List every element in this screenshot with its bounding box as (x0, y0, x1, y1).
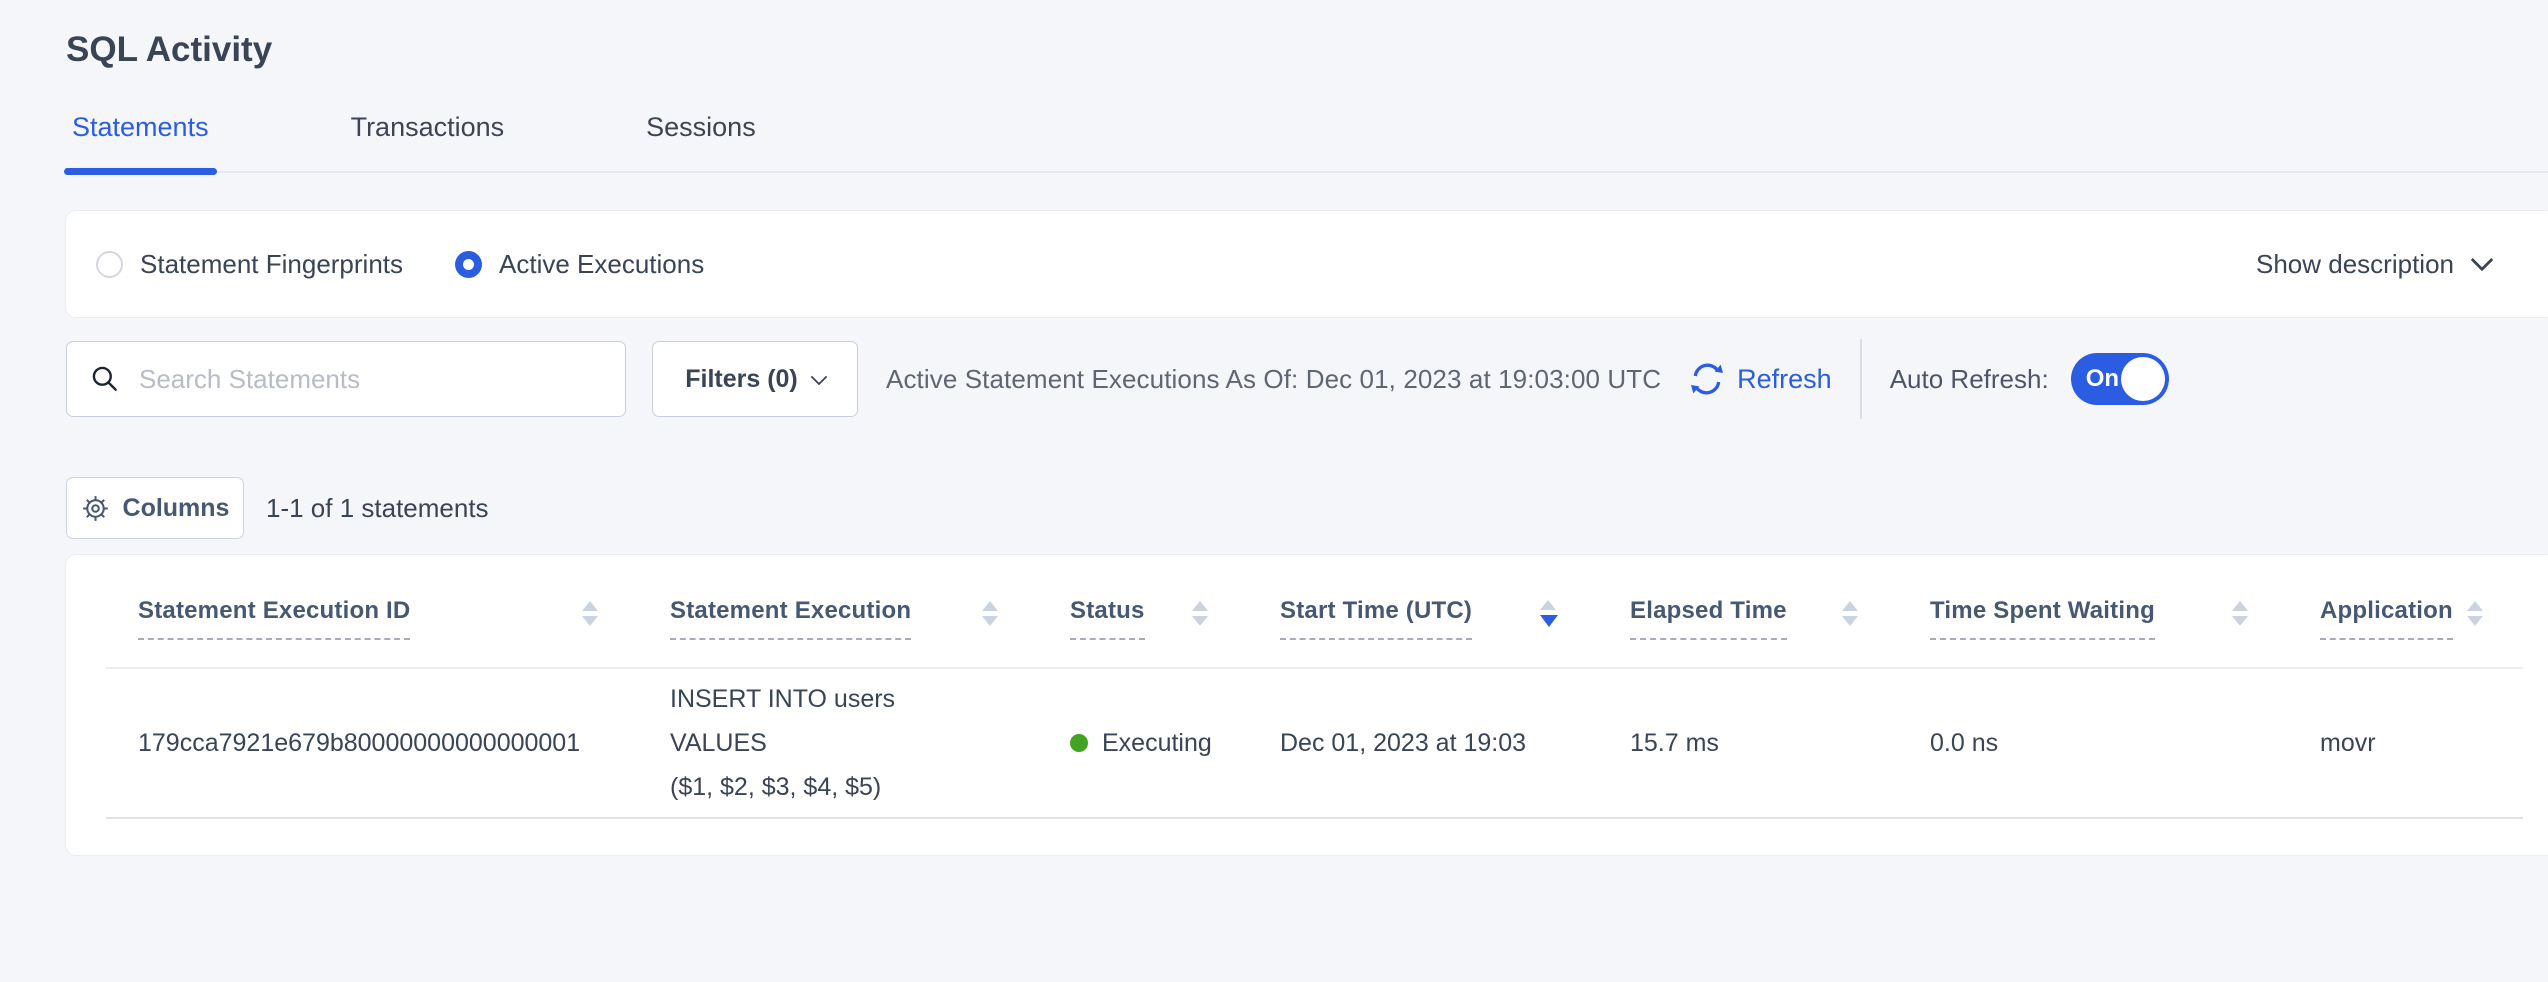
result-count: 1-1 of 1 statements (266, 493, 489, 524)
sort-icon[interactable] (2467, 601, 2483, 626)
sort-icon[interactable] (1842, 601, 1858, 626)
column-header-application[interactable]: Application (2288, 555, 2523, 668)
table-toolbar: Columns 1-1 of 1 statements (66, 477, 2548, 539)
column-header-time-spent-waiting[interactable]: Time Spent Waiting (1898, 555, 2288, 668)
auto-refresh-toggle[interactable]: On (2071, 353, 2169, 405)
radio-statement-fingerprints[interactable]: Statement Fingerprints (96, 249, 403, 280)
status-label: Executing (1102, 729, 1212, 758)
refresh-icon (1687, 359, 1727, 399)
search-box[interactable] (66, 341, 626, 417)
filters-button[interactable]: Filters (0) (652, 341, 858, 417)
cell-time-spent-waiting: 0.0 ns (1898, 668, 2288, 818)
cell-status: Executing (1038, 668, 1248, 818)
tab-sessions[interactable]: Sessions (640, 112, 762, 171)
refresh-link[interactable]: Refresh (1687, 359, 1832, 399)
filters-label: Filters (0) (685, 365, 798, 394)
cell-execution-id[interactable]: 179cca7921e679b80000000000000001 (106, 668, 638, 818)
gear-icon (81, 494, 110, 523)
statements-table-card: Statement Execution ID Statement Executi… (66, 555, 2548, 855)
vertical-divider (1860, 339, 1862, 419)
view-mode-card: Statement Fingerprints Active Executions… (66, 211, 2548, 317)
cell-elapsed-time: 15.7 ms (1598, 668, 1898, 818)
radio-icon (455, 251, 482, 278)
statements-table: Statement Execution ID Statement Executi… (106, 555, 2523, 819)
cell-application: movr (2288, 668, 2523, 818)
controls-row: Filters (0) Active Statement Executions … (66, 339, 2548, 419)
chevron-down-icon (2471, 249, 2494, 272)
toggle-state-label: On (2086, 365, 2119, 393)
radio-label: Statement Fingerprints (140, 249, 403, 280)
sort-icon[interactable] (2232, 601, 2248, 626)
refresh-label: Refresh (1737, 364, 1832, 395)
sort-icon[interactable] (982, 601, 998, 626)
column-header-start-time[interactable]: Start Time (UTC) (1248, 555, 1598, 668)
columns-label: Columns (123, 494, 230, 523)
table-row[interactable]: 179cca7921e679b80000000000000001 INSERT … (106, 668, 2523, 818)
status-executing-dot (1070, 734, 1088, 752)
search-icon (89, 363, 121, 395)
page-title: SQL Activity (66, 30, 2548, 70)
radio-icon (96, 251, 123, 278)
show-description-toggle[interactable]: Show description (2256, 249, 2490, 280)
radio-label: Active Executions (499, 249, 704, 280)
column-header-status[interactable]: Status (1038, 555, 1248, 668)
sort-icon[interactable] (1540, 600, 1558, 627)
sort-icon[interactable] (1192, 601, 1208, 626)
column-header-statement-execution[interactable]: Statement Execution (638, 555, 1038, 668)
sort-icon[interactable] (582, 601, 598, 626)
column-header-statement-execution-id[interactable]: Statement Execution ID (106, 555, 638, 668)
tab-bar: Statements Transactions Sessions (66, 112, 2548, 173)
auto-refresh-label: Auto Refresh: (1890, 364, 2049, 395)
columns-button[interactable]: Columns (66, 477, 244, 539)
tab-statements[interactable]: Statements (66, 112, 215, 171)
sql-activity-page: SQL Activity Statements Transactions Ses… (0, 0, 2548, 855)
chevron-down-icon (810, 368, 827, 385)
view-mode-radio-group: Statement Fingerprints Active Executions (96, 249, 704, 280)
search-input[interactable] (137, 363, 603, 396)
column-header-elapsed-time[interactable]: Elapsed Time (1598, 555, 1898, 668)
table-header-row: Statement Execution ID Statement Executi… (106, 555, 2523, 668)
as-of-text: Active Statement Executions As Of: Dec 0… (886, 364, 1661, 395)
tab-transactions[interactable]: Transactions (345, 112, 511, 171)
toggle-knob (2121, 357, 2165, 401)
radio-active-executions[interactable]: Active Executions (455, 249, 704, 280)
show-description-label: Show description (2256, 249, 2454, 280)
cell-start-time: Dec 01, 2023 at 19:03 (1248, 668, 1598, 818)
cell-statement[interactable]: INSERT INTO users VALUES ($1, $2, $3, $4… (638, 668, 1038, 818)
